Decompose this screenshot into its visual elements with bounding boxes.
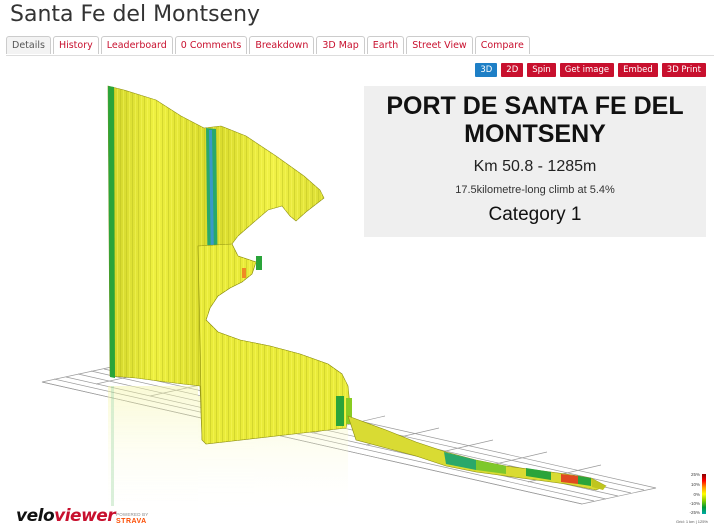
tab-bar: Details History Leaderboard 0 Comments B… xyxy=(6,36,532,55)
climb-info-panel: PORT DE SANTA FE DEL MONTSENY Km 50.8 - … xyxy=(364,86,706,237)
3d-print-button[interactable]: 3D Print xyxy=(661,63,706,77)
3d-button[interactable]: 3D xyxy=(475,63,498,77)
legend-label: -25% xyxy=(689,510,700,515)
climb-category: Category 1 xyxy=(488,204,582,225)
tab-breakdown[interactable]: Breakdown xyxy=(249,36,315,54)
tab-leaderboard[interactable]: Leaderboard xyxy=(100,36,173,54)
profile-3d-viewer[interactable]: 3D 2D Spin Get image Embed 3D Print PORT… xyxy=(6,56,714,528)
tab-details[interactable]: Details xyxy=(6,36,51,54)
tab-earth[interactable]: Earth xyxy=(366,36,405,54)
legend-label: 10% xyxy=(690,482,700,487)
legend-label: 0% xyxy=(693,492,700,497)
tab-compare[interactable]: Compare xyxy=(474,36,530,54)
tab-street-view[interactable]: Street View xyxy=(406,36,473,54)
2d-button[interactable]: 2D xyxy=(501,63,524,77)
strava-name: STRAVA xyxy=(116,518,147,525)
veloviewer-logo[interactable]: veloviewer xyxy=(16,506,116,526)
get-image-button[interactable]: Get image xyxy=(559,63,615,77)
climb-name: PORT DE SANTA FE DEL MONTSENY xyxy=(386,92,684,148)
tab-comments[interactable]: 0 Comments xyxy=(174,36,248,54)
tab-history[interactable]: History xyxy=(52,36,99,54)
legend-label: -10% xyxy=(689,501,700,506)
page-title: Santa Fe del Montseny xyxy=(10,2,261,27)
embed-button[interactable]: Embed xyxy=(618,63,658,77)
gradient-legend: 25% 10% 0% -10% -25% Grid: 1 km | 125% xyxy=(676,472,708,524)
climb-description: 17.5kilometre-long climb at 5.4% xyxy=(455,184,615,196)
gradient-color-bar xyxy=(702,474,706,514)
climb-km: Km 50.8 - 1285m xyxy=(473,158,597,175)
legend-label: 25% xyxy=(690,472,700,477)
strava-powered-by: POWERED BY xyxy=(116,512,149,517)
tab-3d-map[interactable]: 3D Map xyxy=(316,36,365,54)
legend-footer: Grid: 1 km | 125% xyxy=(676,519,708,524)
view-toolbar: 3D 2D Spin Get image Embed 3D Print xyxy=(475,63,706,77)
strava-logo: POWERED BY STRAVA xyxy=(116,511,149,525)
spin-button[interactable]: Spin xyxy=(527,63,556,77)
